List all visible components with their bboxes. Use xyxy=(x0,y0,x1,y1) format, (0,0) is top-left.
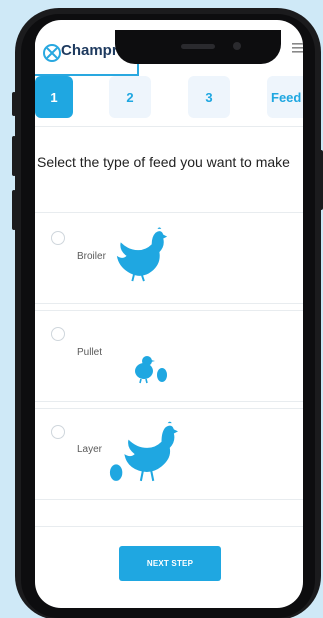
champrix-logo-icon xyxy=(43,44,61,62)
step-label: 2 xyxy=(126,89,134,105)
chick-egg-icon xyxy=(135,356,167,384)
steps-divider xyxy=(35,126,303,127)
step-label: 1 xyxy=(50,89,58,105)
option-pullet[interactable]: Pullet xyxy=(35,311,303,401)
option-divider xyxy=(35,401,303,402)
step-2[interactable]: 2 xyxy=(109,76,151,118)
hen-egg-icon xyxy=(109,421,178,482)
phone-notch xyxy=(115,30,281,64)
option-label-broiler: Broiler xyxy=(77,251,106,262)
step-label: 3 xyxy=(205,89,213,105)
speaker-grille xyxy=(181,44,215,49)
option-label-pullet: Pullet xyxy=(77,347,103,358)
step-3[interactable]: 3 xyxy=(188,76,230,118)
option-divider xyxy=(35,303,303,304)
next-step-button[interactable]: NEXT STEP xyxy=(119,546,221,581)
hamburger-menu-icon[interactable] xyxy=(292,43,303,53)
radio-broiler[interactable] xyxy=(51,231,65,245)
radio-layer[interactable] xyxy=(51,425,65,439)
step-label: Feed xyxy=(271,89,302,105)
step-indicator: 1 2 3 Feed xyxy=(35,76,303,120)
broiler-chicken-icon xyxy=(116,227,168,282)
question-text: Select the type of feed you want to make xyxy=(37,154,290,170)
step-1[interactable]: 1 xyxy=(35,76,73,118)
option-divider xyxy=(35,499,303,500)
radio-pullet[interactable] xyxy=(51,327,65,341)
option-divider xyxy=(35,526,303,527)
front-camera xyxy=(233,42,241,50)
step-feed[interactable]: Feed xyxy=(267,76,303,118)
option-layer[interactable]: Layer xyxy=(35,409,303,499)
phone-screen: Champrix EN 1 2 3 Feed Select the type o… xyxy=(35,20,303,608)
option-label-layer: Layer xyxy=(77,444,103,455)
option-broiler[interactable]: Broiler xyxy=(35,213,303,303)
